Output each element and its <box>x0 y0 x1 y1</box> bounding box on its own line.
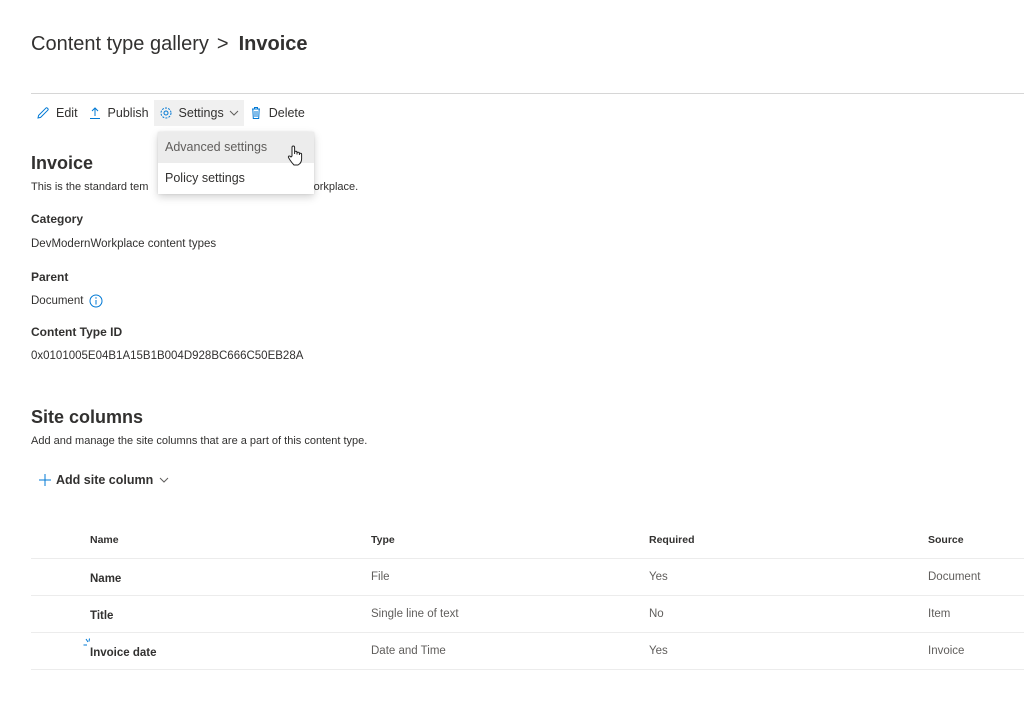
category-value: DevModernWorkplace content types <box>31 238 216 250</box>
pencil-icon <box>36 106 50 120</box>
delete-button[interactable]: Delete <box>244 100 310 126</box>
site-columns-description: Add and manage the site columns that are… <box>31 435 368 447</box>
parent-value: Document <box>31 294 103 308</box>
upload-icon <box>88 106 102 120</box>
content-type-page: Content type gallery > Invoice Edit Publ… <box>0 0 1024 704</box>
breadcrumb-separator: > <box>216 33 229 55</box>
parent-label: Parent <box>31 270 69 284</box>
description-left: This is the standard tem <box>31 181 149 193</box>
row-required: No <box>649 608 664 620</box>
chevron-down-icon <box>159 475 169 485</box>
header-divider <box>31 93 1024 94</box>
delete-label: Delete <box>268 106 305 120</box>
chevron-down-icon <box>229 108 239 118</box>
add-site-column-label: Add site column <box>56 473 154 487</box>
row-required: Yes <box>649 645 668 657</box>
publish-label: Publish <box>107 106 149 120</box>
settings-label: Settings <box>178 106 224 120</box>
column-header-source[interactable]: Source <box>928 534 964 546</box>
edit-button[interactable]: Edit <box>31 100 83 126</box>
table-header-row: Name Type Required Source <box>31 522 1024 559</box>
info-icon[interactable] <box>89 294 103 308</box>
row-name[interactable]: Title <box>90 610 113 622</box>
table-row[interactable]: Invoice date Date and Time Yes Invoice <box>31 633 1024 670</box>
page-title: Invoice <box>238 33 308 55</box>
row-required: Yes <box>649 571 668 583</box>
site-columns-title: Site columns <box>31 407 144 427</box>
row-source: Item <box>928 608 951 620</box>
column-header-name[interactable]: Name <box>90 534 119 546</box>
content-type-id-value: 0x0101005E04B1A15B1B004D928BC666C50EB28A <box>31 350 303 362</box>
table-row[interactable]: Title Single line of text No Item <box>31 596 1024 633</box>
row-source: Document <box>928 571 981 583</box>
content-type-title: Invoice <box>31 153 94 173</box>
category-value-text: DevModernWorkplace content types <box>31 238 217 250</box>
content-type-id-text: 0x0101005E04B1A15B1B004D928BC666C50EB28A <box>31 350 304 362</box>
row-type: File <box>371 571 390 583</box>
publish-button[interactable]: Publish <box>83 100 154 126</box>
row-type: Single line of text <box>371 608 459 620</box>
table-row[interactable]: Name File Yes Document <box>31 559 1024 596</box>
category-label: Category <box>31 212 84 226</box>
site-columns-table: Name Type Required Source Name File Yes … <box>31 522 1024 670</box>
row-source: Invoice <box>928 645 965 657</box>
parent-value-text: Document <box>31 295 84 307</box>
trash-icon <box>249 106 263 120</box>
content-type-id-label: Content Type ID <box>31 325 123 339</box>
settings-button[interactable]: Settings <box>153 100 244 126</box>
breadcrumb-content-type-gallery[interactable]: Content type gallery <box>31 30 209 58</box>
row-type: Date and Time <box>371 645 446 657</box>
hand-cursor-icon <box>287 145 305 172</box>
column-header-required[interactable]: Required <box>649 534 695 546</box>
breadcrumb: Content type gallery > Invoice <box>31 30 308 58</box>
add-site-column-button[interactable]: Add site column <box>38 470 169 490</box>
plus-icon <box>38 473 52 487</box>
command-bar: Edit Publish Settings Delete <box>31 100 310 126</box>
gear-icon <box>159 106 173 120</box>
column-header-type[interactable]: Type <box>371 534 395 546</box>
row-name[interactable]: Invoice date <box>90 647 156 659</box>
edit-label: Edit <box>56 106 78 120</box>
row-name[interactable]: Name <box>90 573 121 585</box>
